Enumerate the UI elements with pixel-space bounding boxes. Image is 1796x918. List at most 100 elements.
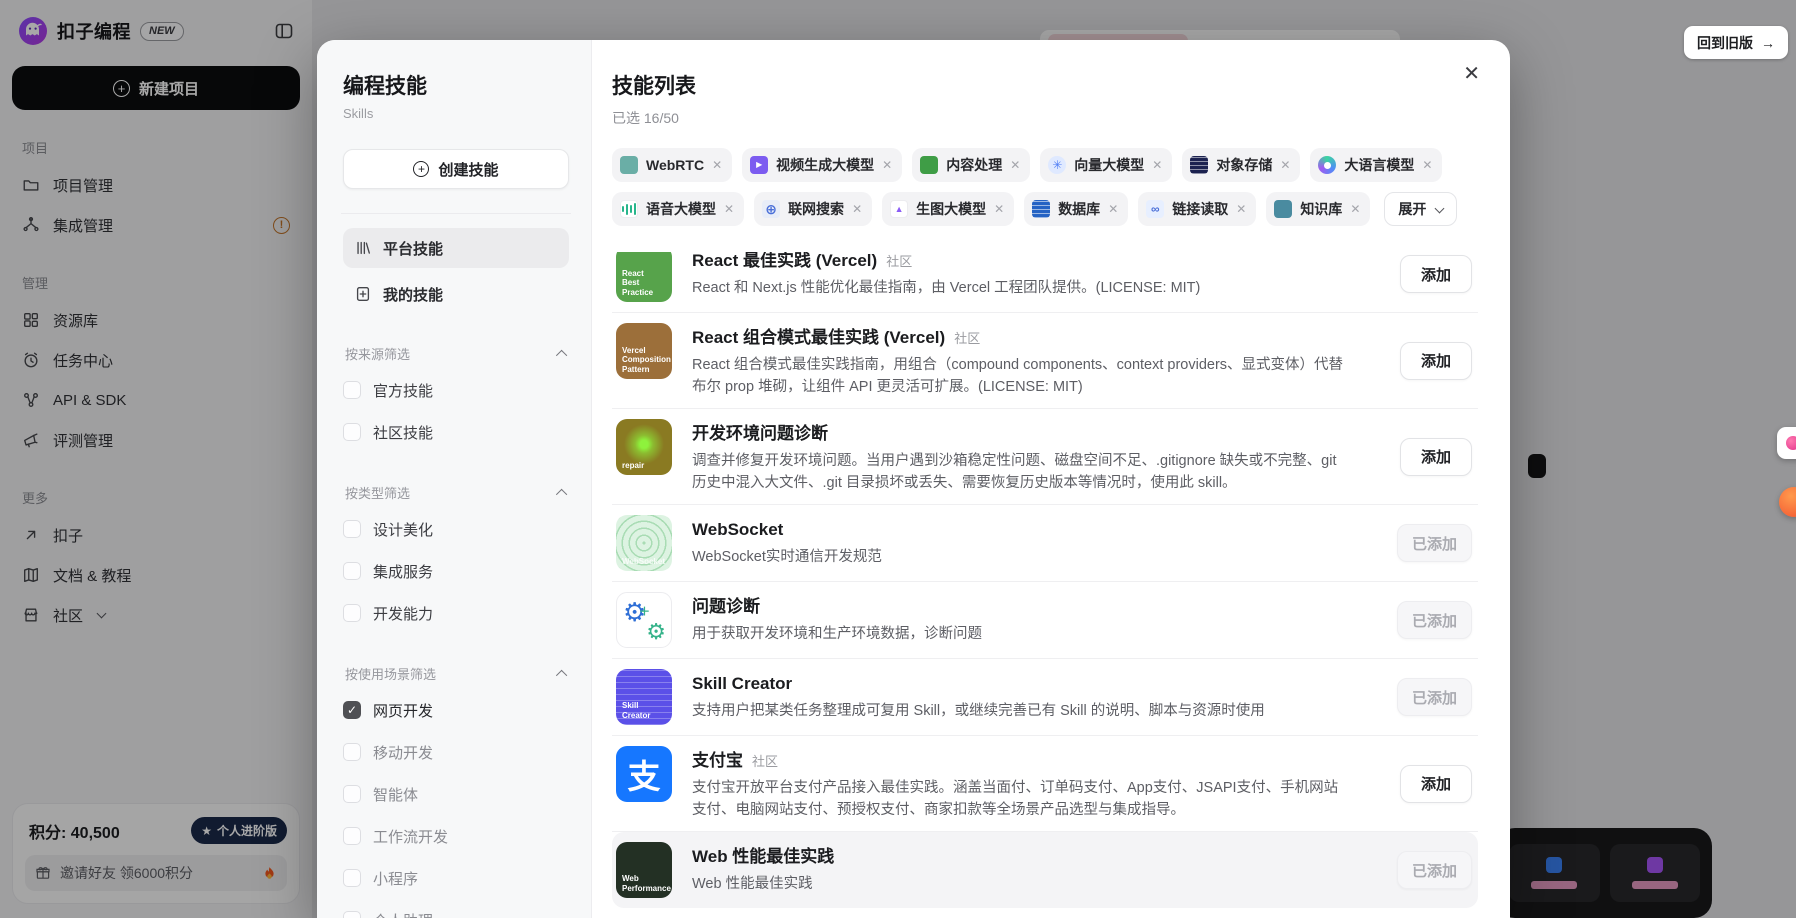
chevron-down-icon	[1435, 203, 1445, 213]
tag-icon-voice	[620, 200, 638, 218]
skill-title: React 组合模式最佳实践 (Vercel)	[692, 325, 945, 351]
tag-icon-image: ▲	[890, 200, 908, 218]
filter-option-智能体[interactable]: 智能体	[343, 773, 569, 815]
tag-label: WebRTC	[646, 157, 704, 173]
filter-group-header: 按类型筛选	[345, 483, 567, 502]
chevron-up-icon[interactable]	[556, 349, 567, 360]
remove-tag-icon[interactable]: ✕	[994, 202, 1004, 216]
skill-icon-Skill Creator: Skill Creator	[616, 669, 672, 725]
tag-生图大模型[interactable]: ▲生图大模型✕	[882, 192, 1014, 226]
nav-我的技能[interactable]: 我的技能	[343, 274, 569, 314]
checkbox[interactable]	[343, 827, 361, 845]
remove-tag-icon[interactable]: ✕	[1236, 202, 1246, 216]
tag-icon-video: ▶	[750, 156, 768, 174]
skill-description: React 组合模式最佳实践指南，用组合（compound components…	[692, 354, 1356, 398]
tag-语音大模型[interactable]: 语音大模型✕	[612, 192, 744, 226]
checkbox[interactable]	[343, 381, 361, 399]
filter-option-开发能力[interactable]: 开发能力	[343, 592, 569, 634]
tag-向量大模型[interactable]: ✳向量大模型✕	[1040, 148, 1172, 182]
tag-大语言模型[interactable]: 大语言模型✕	[1310, 148, 1442, 182]
skill-title: Skill Creator	[692, 671, 792, 697]
back-to-old-version-button[interactable]: 回到旧版 →	[1684, 26, 1788, 59]
skill-description: 支付宝开放平台支付产品接入最佳实践。涵盖当面付、订单码支付、App支付、JSAP…	[692, 777, 1356, 821]
filter-option-网页开发[interactable]: ✓网页开发	[343, 689, 569, 731]
checkbox[interactable]	[343, 423, 361, 441]
tag-知识库[interactable]: 知识库✕	[1266, 192, 1370, 226]
remove-tag-icon[interactable]: ✕	[1422, 158, 1432, 172]
skills-filter-panel: 编程技能 Skills + 创建技能 平台技能我的技能 按来源筛选官方技能社区技…	[317, 40, 592, 918]
community-badge: 社区	[954, 328, 980, 347]
tag-内容处理[interactable]: 内容处理✕	[912, 148, 1030, 182]
close-icon[interactable]: ✕	[1463, 64, 1480, 84]
tag-对象存储[interactable]: 对象存储✕	[1182, 148, 1300, 182]
checkbox[interactable]	[343, 785, 361, 803]
create-skill-button[interactable]: + 创建技能	[343, 149, 569, 189]
skill-info: 支付宝社区支付宝开放平台支付产品接入最佳实践。涵盖当面付、订单码支付、App支付…	[692, 746, 1356, 821]
filter-option-社区技能[interactable]: 社区技能	[343, 411, 569, 453]
tag-链接读取[interactable]: ∞链接读取✕	[1138, 192, 1256, 226]
tag-icon-knowledge	[1274, 200, 1292, 218]
chevron-up-icon[interactable]	[556, 488, 567, 499]
remove-tag-icon[interactable]: ✕	[1152, 158, 1162, 172]
checkbox[interactable]	[343, 562, 361, 580]
checkbox[interactable]: ✓	[343, 701, 361, 719]
remove-tag-icon[interactable]: ✕	[1108, 202, 1118, 216]
skill-description: WebSocket实时通信开发规范	[692, 546, 1356, 568]
remove-tag-icon[interactable]: ✕	[712, 158, 722, 172]
add-button[interactable]: 添加	[1400, 438, 1472, 476]
skills-modal: 编程技能 Skills + 创建技能 平台技能我的技能 按来源筛选官方技能社区技…	[317, 40, 1510, 918]
skill-row-问题诊断: ⚙＋⚙问题诊断用于获取开发环境和生产环境数据，诊断问题已添加	[612, 582, 1478, 659]
skills-nav: 平台技能我的技能	[343, 228, 569, 314]
tag-数据库[interactable]: 数据库✕	[1024, 192, 1128, 226]
skill-info: WebSocketWebSocket实时通信开发规范	[692, 515, 1356, 568]
nav-平台技能[interactable]: 平台技能	[343, 228, 569, 268]
remove-tag-icon[interactable]: ✕	[882, 158, 892, 172]
add-button[interactable]: 添加	[1400, 255, 1472, 293]
filter-option-个人助理[interactable]: 个人助理	[343, 899, 569, 918]
filter-option-设计美化[interactable]: 设计美化	[343, 508, 569, 550]
tag-视频生成大模型[interactable]: ▶视频生成大模型✕	[742, 148, 902, 182]
added-button[interactable]: 已添加	[1397, 601, 1472, 639]
nav-label: 我的技能	[383, 284, 443, 305]
filter-option-label: 小程序	[373, 868, 418, 889]
checkbox[interactable]	[343, 911, 361, 918]
added-button[interactable]: 已添加	[1397, 524, 1472, 562]
checkbox[interactable]	[343, 869, 361, 887]
skill-info: React 最佳实践 (Vercel)社区React 和 Next.js 性能优…	[692, 252, 1356, 299]
remove-tag-icon[interactable]: ✕	[1280, 158, 1290, 172]
filter-option-label: 工作流开发	[373, 826, 448, 847]
checkbox[interactable]	[343, 743, 361, 761]
filter-option-移动开发[interactable]: 移动开发	[343, 731, 569, 773]
tag-联网搜索[interactable]: ⊕联网搜索✕	[754, 192, 872, 226]
filter-option-小程序[interactable]: 小程序	[343, 857, 569, 899]
filter-group-header: 按使用场景筛选	[345, 664, 567, 683]
added-button[interactable]: 已添加	[1397, 851, 1472, 889]
divider	[341, 213, 571, 214]
tag-WebRTC[interactable]: WebRTC ✕	[612, 148, 732, 182]
added-button[interactable]: 已添加	[1397, 678, 1472, 716]
remove-tag-icon[interactable]: ✕	[724, 202, 734, 216]
filter-option-官方技能[interactable]: 官方技能	[343, 369, 569, 411]
filter-option-集成服务[interactable]: 集成服务	[343, 550, 569, 592]
expand-tags-button[interactable]: 展开	[1384, 192, 1457, 226]
skill-description: React 和 Next.js 性能优化最佳指南，由 Vercel 工程团队提供…	[692, 277, 1356, 299]
remove-tag-icon[interactable]: ✕	[852, 202, 862, 216]
skill-info: 开发环境问题诊断调查并修复开发环境问题。当用户遇到沙箱稳定性问题、磁盘空间不足、…	[692, 419, 1356, 494]
remove-tag-icon[interactable]: ✕	[1010, 158, 1020, 172]
panel-title: 编程技能	[343, 70, 569, 100]
filter-option-label: 集成服务	[373, 561, 433, 582]
checkbox[interactable]	[343, 604, 361, 622]
remove-tag-icon[interactable]: ✕	[1350, 202, 1360, 216]
brand-dot-icon	[1786, 436, 1796, 450]
tag-icon-webrtc	[620, 156, 638, 174]
create-skill-label: 创建技能	[438, 159, 498, 180]
screen: 扣子编程 NEW + 新建项目 项目项目管理集成管理!管理资源库任务中心API …	[0, 0, 1796, 918]
filter-option-label: 智能体	[373, 784, 418, 805]
add-button[interactable]: 添加	[1400, 342, 1472, 380]
filter-option-工作流开发[interactable]: 工作流开发	[343, 815, 569, 857]
floating-brand-button[interactable]	[1777, 427, 1796, 459]
add-button[interactable]: 添加	[1400, 765, 1472, 803]
filter-group-label: 按来源筛选	[345, 344, 410, 363]
chevron-up-icon[interactable]	[556, 669, 567, 680]
checkbox[interactable]	[343, 520, 361, 538]
